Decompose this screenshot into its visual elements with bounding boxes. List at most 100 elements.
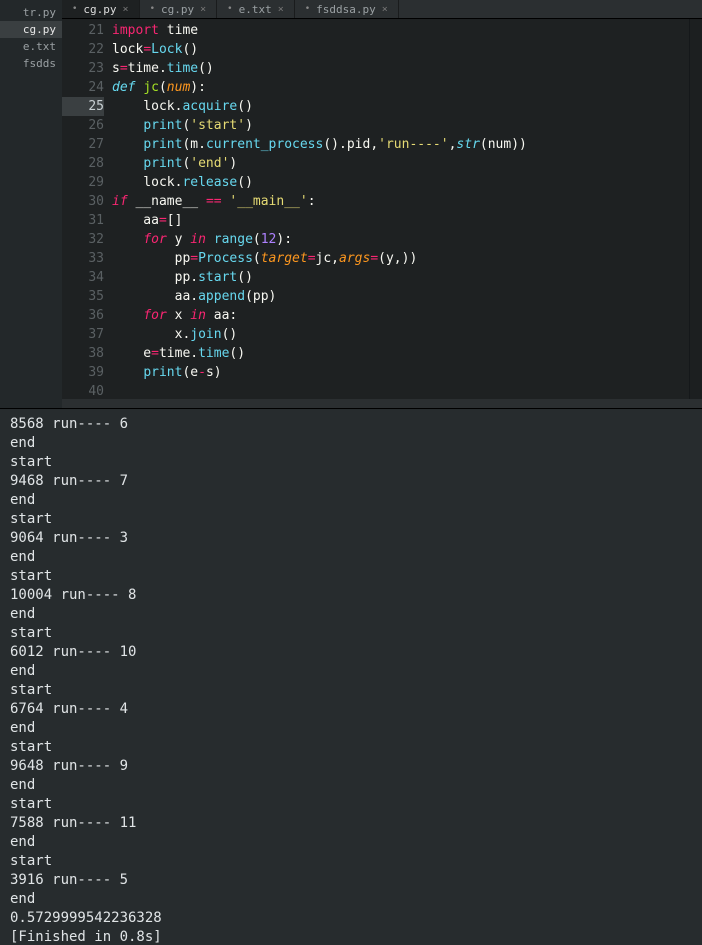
line-number[interactable]: 26	[62, 116, 104, 135]
output-line: start	[10, 510, 692, 529]
output-line: 3916 run---- 5	[10, 871, 692, 890]
code-token: aa	[112, 289, 190, 304]
line-number[interactable]: 23	[62, 59, 104, 78]
dirty-dot-icon: •	[72, 4, 77, 14]
code-token: (	[253, 251, 261, 266]
code-line[interactable]: print(m.current_process().pid,'run----',…	[112, 135, 689, 154]
code-token: :	[308, 194, 316, 209]
code-token: pp	[112, 251, 190, 266]
code-token: time	[159, 346, 190, 361]
line-number[interactable]: 28	[62, 154, 104, 173]
close-icon[interactable]: ×	[200, 4, 206, 15]
line-number[interactable]: 25	[62, 97, 104, 116]
line-number[interactable]: 32	[62, 230, 104, 249]
line-number[interactable]: 33	[62, 249, 104, 268]
code-line[interactable]: x.join()	[112, 325, 689, 344]
output-line: end	[10, 719, 692, 738]
code-line[interactable]: aa=[]	[112, 211, 689, 230]
code-token: def	[112, 80, 135, 95]
code-token: 'run----'	[378, 137, 448, 152]
code-token: in	[190, 308, 206, 323]
line-number[interactable]: 27	[62, 135, 104, 154]
code-token: []	[167, 213, 183, 228]
line-number[interactable]: 29	[62, 173, 104, 192]
close-icon[interactable]: ×	[123, 4, 129, 15]
code-token: (pp)	[245, 289, 276, 304]
code-token: =	[370, 251, 378, 266]
sidebar-file[interactable]: cg.py	[0, 21, 62, 38]
line-number[interactable]: 37	[62, 325, 104, 344]
code-line[interactable]: lock.release()	[112, 173, 689, 192]
line-number[interactable]: 21	[62, 21, 104, 40]
code-token: (y,))	[378, 251, 417, 266]
line-number[interactable]: 38	[62, 344, 104, 363]
code-token: ,	[370, 137, 378, 152]
line-number[interactable]: 36	[62, 306, 104, 325]
code-token: start	[198, 270, 237, 285]
code-token: args	[339, 251, 370, 266]
sidebar-file[interactable]: tr.py	[0, 4, 62, 21]
close-icon[interactable]: ×	[382, 4, 388, 15]
line-number[interactable]: 31	[62, 211, 104, 230]
tab[interactable]: •e.txt×	[217, 0, 295, 18]
line-number[interactable]: 34	[62, 268, 104, 287]
code-token: ()	[229, 346, 245, 361]
minimap[interactable]	[689, 19, 702, 399]
code-line[interactable]: print('start')	[112, 116, 689, 135]
code-token: str	[456, 137, 479, 152]
code-line[interactable]: for y in range(12):	[112, 230, 689, 249]
output-line: 9064 run---- 3	[10, 529, 692, 548]
code-line[interactable]: s=time.time()	[112, 59, 689, 78]
code-token: .	[190, 270, 198, 285]
code-token: ==	[206, 194, 222, 209]
code-token: ()	[222, 327, 238, 342]
code-line[interactable]: lock=Lock()	[112, 40, 689, 59]
output-line: start	[10, 795, 692, 814]
line-number[interactable]: 22	[62, 40, 104, 59]
code-line[interactable]: import time	[112, 21, 689, 40]
code-line[interactable]: pp.start()	[112, 268, 689, 287]
tab[interactable]: •fsddsa.py×	[295, 0, 399, 18]
output-panel[interactable]: 8568 run---- 6endstart9468 run---- 7ends…	[0, 409, 702, 945]
code-line[interactable]: print(e-s)	[112, 363, 689, 382]
code-token	[206, 232, 214, 247]
code-line[interactable]: print('end')	[112, 154, 689, 173]
code-token: acquire	[182, 99, 237, 114]
code-token: ()	[237, 270, 253, 285]
code-token: (	[253, 232, 261, 247]
sidebar-file[interactable]: fsdds	[0, 55, 62, 72]
code-body[interactable]: import timelock=Lock()s=time.time()def j…	[112, 19, 689, 399]
output-line: start	[10, 624, 692, 643]
code-line[interactable]	[112, 382, 689, 399]
sidebar-file[interactable]: e.txt	[0, 38, 62, 55]
code-token: __name__	[128, 194, 206, 209]
code-token: )	[245, 118, 253, 133]
output-line: end	[10, 833, 692, 852]
line-number[interactable]: 39	[62, 363, 104, 382]
code-line[interactable]: def jc(num):	[112, 78, 689, 97]
close-icon[interactable]: ×	[278, 4, 284, 15]
code-token: print	[143, 118, 182, 133]
code-token: s)	[206, 365, 222, 380]
code-line[interactable]: lock.acquire()	[112, 97, 689, 116]
code-token: time	[198, 346, 229, 361]
output-line: end	[10, 890, 692, 909]
line-number[interactable]: 35	[62, 287, 104, 306]
code-line[interactable]: pp=Process(target=jc,args=(y,))	[112, 249, 689, 268]
line-number[interactable]: 24	[62, 78, 104, 97]
code-editor[interactable]: 2122232425262728293031323334353637383940…	[62, 19, 702, 399]
code-line[interactable]: for x in aa:	[112, 306, 689, 325]
line-number[interactable]: 40	[62, 382, 104, 399]
output-line: end	[10, 548, 692, 567]
tab[interactable]: •cg.py×	[140, 0, 218, 18]
code-line[interactable]: if __name__ == '__main__':	[112, 192, 689, 211]
output-line: 9648 run---- 9	[10, 757, 692, 776]
horizontal-scrollbar[interactable]	[62, 399, 702, 408]
code-token: in	[190, 232, 206, 247]
code-line[interactable]: aa.append(pp)	[112, 287, 689, 306]
output-line: start	[10, 453, 692, 472]
tab[interactable]: •cg.py×	[62, 0, 140, 18]
line-number[interactable]: 30	[62, 192, 104, 211]
code-token: pid	[347, 137, 370, 152]
code-line[interactable]: e=time.time()	[112, 344, 689, 363]
